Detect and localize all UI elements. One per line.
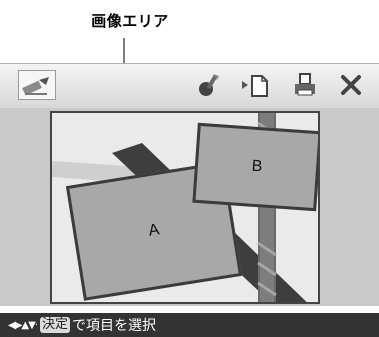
print-icon <box>295 73 315 96</box>
image-preview: A B <box>50 111 320 304</box>
save-button[interactable] <box>240 72 270 98</box>
instruction-text: で項目を選択 <box>71 318 156 334</box>
close-icon <box>341 75 361 95</box>
image-area-b[interactable]: B <box>192 122 318 212</box>
brush-tool-icon <box>199 74 219 96</box>
pen-edit-icon <box>22 77 49 96</box>
image-area-caption: 画像エリア <box>91 12 169 30</box>
tool-button[interactable] <box>196 72 222 98</box>
area-a-label: A <box>147 221 161 240</box>
enter-key-badge: 決定 <box>39 317 70 333</box>
arrow-to-document-icon <box>242 75 268 97</box>
close-button[interactable] <box>339 73 363 97</box>
nav-arrows-icon: ◀▶▲▼· <box>8 319 38 331</box>
area-b-label: B <box>251 157 263 176</box>
print-button[interactable] <box>292 72 318 98</box>
edit-button[interactable] <box>18 70 56 100</box>
toolbar <box>0 63 379 109</box>
status-bar: ◀▶▲▼· 決定 で項目を選択 <box>0 313 379 337</box>
